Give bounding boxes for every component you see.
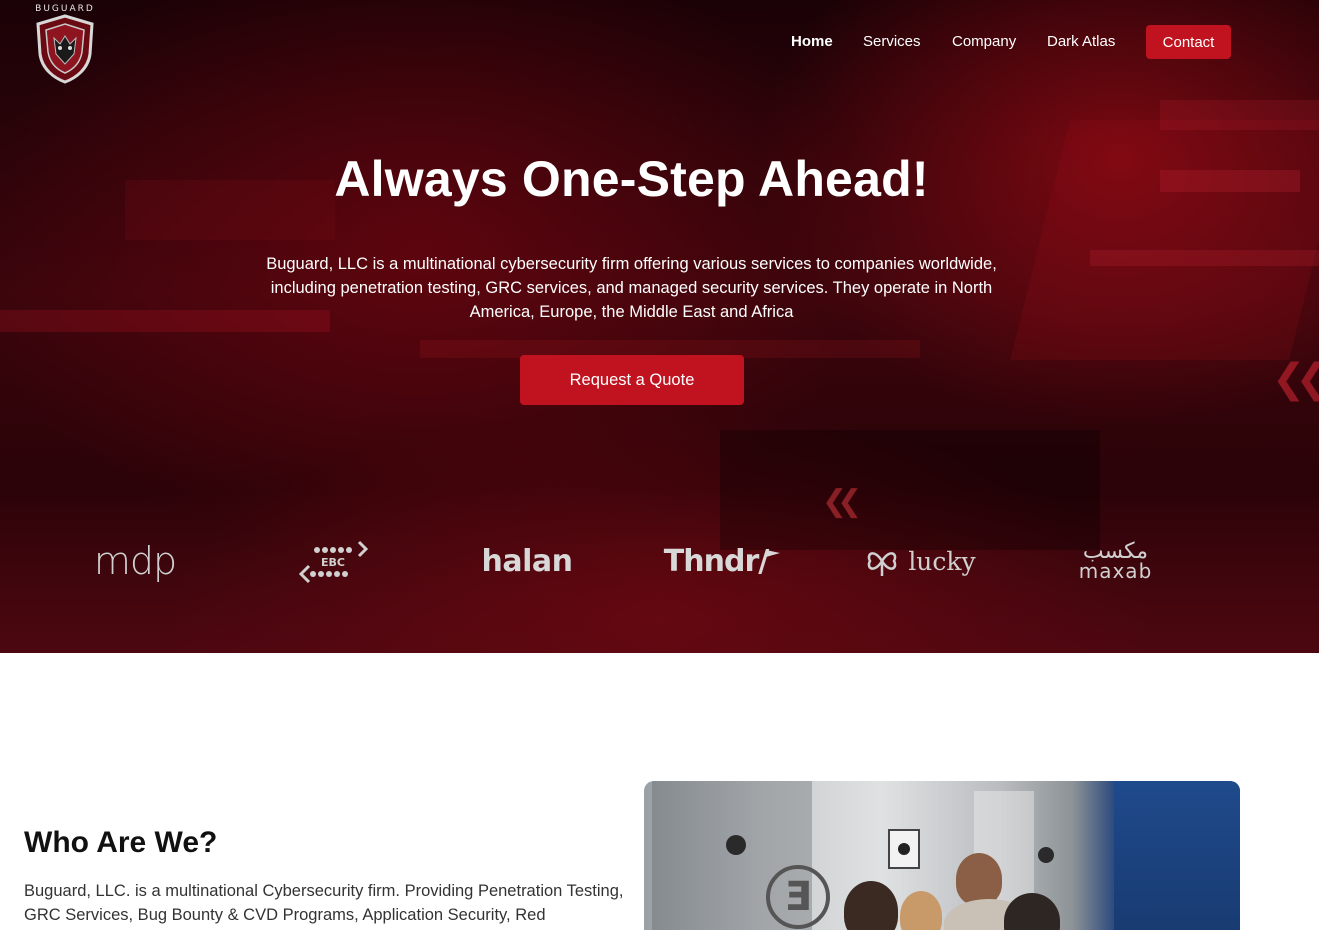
brand-name: BUGUARD [35,4,95,14]
hero-section: ❮❮ ❮❮ BUGUARD Home Services Company Dark… [0,0,1319,653]
client-logo-text: EBC [321,556,345,569]
about-text: Buguard, LLC. is a multinational Cyberse… [24,882,624,924]
brand-logo[interactable]: BUGUARD [28,2,102,84]
photo-decoration [1038,847,1054,863]
hero-decoration [1090,250,1319,266]
photo-person [900,891,942,930]
hero-decoration [1160,100,1319,130]
nav-services[interactable]: Services [863,25,921,59]
client-logo-lucky: lucky [860,535,980,587]
client-logo-text: halan [481,543,574,579]
team-photo: Ǝ [644,781,1240,930]
hero-title: Always One-Step Ahead! [334,151,929,207]
about-title: Who Are We? [24,826,218,859]
client-logo-halan: halan [481,535,574,587]
ebc-logo-icon: EBC [298,540,369,584]
client-logo-text: Thndr/ [663,543,769,579]
hero-decoration [720,430,1100,550]
client-logo-ebc: EBC [292,535,372,587]
request-quote-button[interactable]: Request a Quote [520,355,744,405]
nav-dark-atlas[interactable]: Dark Atlas [1047,25,1115,59]
client-logo-mdp: mdp [90,535,180,587]
photo-blue-wall [1114,781,1240,930]
client-logo-thndr: Thndr/ [662,535,782,587]
client-logo-text: lucky [908,546,976,576]
clover-icon [868,552,897,576]
nav-company[interactable]: Company [952,25,1016,59]
contact-button[interactable]: Contact [1146,25,1231,59]
flag-icon [766,550,781,557]
chevrons-left-icon: ❮❮ [822,484,862,519]
photo-person [844,881,898,930]
nav-home[interactable]: Home [791,25,833,59]
shield-icon [36,14,94,84]
photo-frame [888,829,920,869]
client-logo-maxab: مكسب maxab [1068,535,1163,587]
client-logo-text: mdp [93,539,177,583]
client-logo-text: maxab [1078,559,1153,583]
hero-description: Buguard, LLC is a multinational cybersec… [266,255,997,321]
photo-decoration [726,835,746,855]
chevrons-left-icon: ❮❮ [1272,356,1319,402]
photo-person [956,853,1002,905]
photo-wall-logo: Ǝ [766,865,830,929]
